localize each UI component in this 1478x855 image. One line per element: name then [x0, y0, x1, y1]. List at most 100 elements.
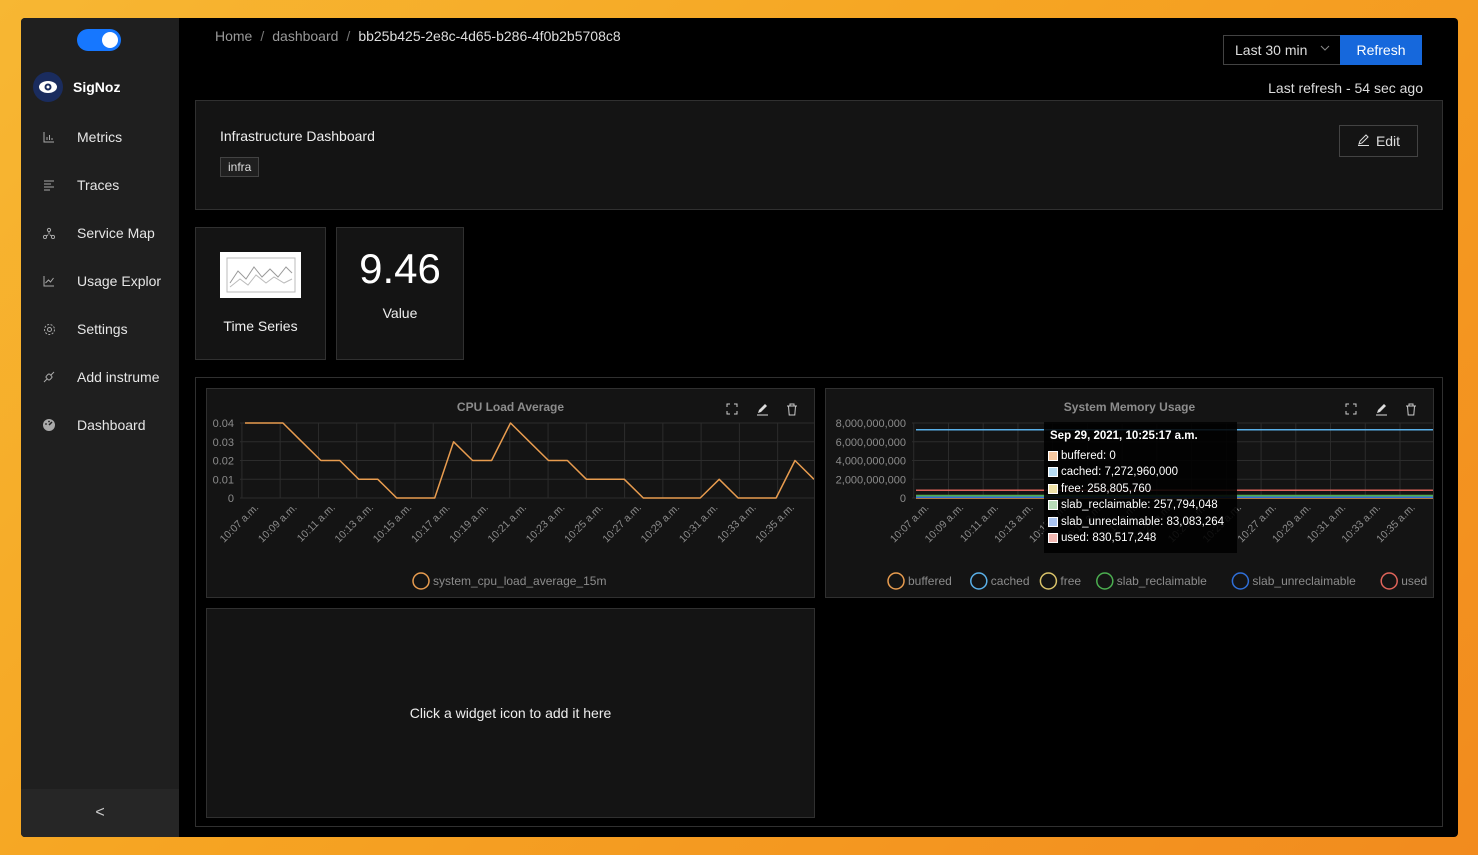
breadcrumb: Home / dashboard / bb25b425-2e8c-4d65-b286-4… [215, 28, 621, 44]
tooltip-swatch [1048, 483, 1058, 494]
sidebar-item-metrics[interactable]: Metrics [21, 113, 179, 161]
sidebar-item-label: Traces [77, 177, 120, 193]
x-tick-label: 10:09 a.m. [256, 502, 300, 546]
x-tick-label: 10:17 a.m. [409, 502, 453, 546]
tooltip-text: slab_reclaimable: 257,794,048 [1061, 499, 1218, 511]
chevron-left-icon: < [95, 804, 105, 821]
sidebar-item-label: Settings [77, 321, 128, 337]
legend-label: buffered [908, 574, 952, 588]
breadcrumb-dashboard[interactable]: dashboard [272, 28, 338, 44]
tooltip-row: slab_reclaimable: 257,794,048 [1048, 497, 1233, 514]
breadcrumb-separator: / [260, 28, 265, 44]
x-tick-label: 10:15 a.m. [371, 502, 415, 546]
tooltip-text: cached: 7,272,960,000 [1061, 466, 1179, 478]
y-tick-label: 0.04 [213, 418, 234, 430]
x-tick-label: 10:23 a.m. [524, 502, 568, 546]
edit-button[interactable]: Edit [1339, 125, 1418, 157]
legend-marker [1096, 572, 1114, 590]
legend-label: used [1401, 574, 1427, 588]
widget-value[interactable]: 9.46 Value [336, 227, 464, 360]
tooltip-text: used: 830,517,248 [1061, 532, 1157, 544]
value-number: 9.46 [359, 245, 441, 292]
sidebar-item-label: Metrics [77, 129, 123, 145]
add-widget-placeholder[interactable]: Click a widget icon to add it here [206, 608, 815, 818]
x-tick-label: 10:31 a.m. [677, 502, 721, 546]
theme-toggle[interactable] [77, 29, 121, 51]
y-tick-label: 0 [228, 493, 234, 505]
sidebar-item-service-map[interactable]: Service Map [21, 209, 179, 257]
tooltip-text: free: 258,805,760 [1061, 482, 1152, 495]
sidebar-item-usage-explorer[interactable]: Usage Explor [21, 257, 179, 305]
time-range-value: Last 30 min [1235, 42, 1308, 58]
chevron-down-icon [1320, 43, 1330, 56]
sidebar-item-add-instrumentation[interactable]: Add instrume [21, 353, 179, 401]
sidebar-item-settings[interactable]: Settings [21, 305, 179, 353]
eye-logo-icon [33, 72, 63, 102]
y-tick-label: 2,000,000,000 [836, 474, 906, 486]
dashboard-icon [41, 417, 57, 433]
placeholder-text: Click a widget icon to add it here [409, 705, 612, 721]
x-tick-label: 10:21 a.m. [486, 502, 530, 546]
tooltip-title: Sep 29, 2021, 10:25:17 a.m. [1050, 430, 1198, 442]
tooltip-row: buffered: 0 [1048, 448, 1233, 465]
legend-label: system_cpu_load_average_15m [433, 574, 606, 588]
sidebar-item-label: Service Map [77, 225, 155, 241]
edit-label: Edit [1375, 133, 1401, 149]
sidebar-nav: Metrics Traces Service Map Usage Explor … [21, 113, 179, 449]
dashboard-tag: infra [220, 157, 260, 177]
x-tick-label: 10:07 a.m. [218, 502, 262, 546]
edit-icon [1357, 133, 1370, 149]
time-series-label: Time Series [223, 318, 298, 334]
x-tick-label: 10:35 a.m. [753, 502, 797, 546]
x-tick-label: 10:27 a.m. [600, 502, 644, 546]
legend-label: cached [991, 574, 1030, 588]
sidebar-item-dashboard[interactable]: Dashboard [21, 401, 179, 449]
y-tick-label: 0.03 [213, 437, 234, 449]
refresh-button[interactable]: Refresh [1340, 35, 1422, 65]
breadcrumb-current: bb25b425-2e8c-4d65-b286-4f0b2b5708c8 [358, 28, 621, 44]
last-refresh-text: Last refresh - 54 sec ago [1268, 80, 1423, 96]
chart-tooltip: Sep 29, 2021, 10:25:17 a.m. buffered: 0 … [1044, 422, 1237, 553]
breadcrumb-home[interactable]: Home [215, 28, 252, 44]
tooltip-text: buffered: 0 [1061, 449, 1116, 462]
legend-marker [970, 572, 988, 590]
bar-chart-icon [41, 129, 57, 145]
tooltip-text: slab_unreclaimable: 83,083,264 [1061, 515, 1225, 528]
tooltip-row: slab_unreclaimable: 83,083,264 [1048, 514, 1233, 531]
line-chart-icon [41, 273, 57, 289]
legend-marker [1039, 572, 1058, 590]
dashboard-title: Infrastructure Dashboard [220, 128, 375, 144]
y-tick-label: 4,000,000,000 [836, 456, 906, 468]
y-tick-label: 0.02 [213, 456, 234, 468]
dashboard-grid: CPU Load Average 0.04 0.03 0.02 0.01 0 10:07 … [195, 377, 1443, 827]
legend-marker [1231, 572, 1250, 590]
tooltip-swatch [1048, 450, 1058, 461]
legend-label: free [1060, 574, 1081, 588]
tooltip-swatch [1048, 500, 1058, 511]
time-range-select[interactable]: Last 30 min [1223, 35, 1341, 65]
y-tick-label: 0.01 [213, 474, 234, 486]
legend-marker [412, 572, 430, 590]
brand[interactable]: SigNoz [33, 72, 120, 102]
y-tick-label: 0 [900, 493, 906, 505]
x-tick-label: 10:29 a.m. [639, 502, 683, 546]
panel-memory-usage: System Memory Usage 8,000,000,000 6,000,0… [825, 388, 1434, 598]
gear-icon [41, 321, 57, 337]
tooltip-row: used: 830,517,248 [1048, 530, 1233, 547]
y-tick-label: 6,000,000,000 [836, 437, 906, 449]
tooltip-swatch [1048, 467, 1058, 478]
x-tick-label: 10:11 a.m. [295, 502, 338, 545]
sidebar: SigNoz Metrics Traces Service Map Usage … [21, 18, 179, 837]
value-label: Value [382, 305, 418, 321]
tooltip-row: free: 258,805,760 [1048, 481, 1233, 498]
sidebar-item-traces[interactable]: Traces [21, 161, 179, 209]
api-icon [41, 369, 57, 385]
widget-time-series[interactable]: Time Series [195, 227, 326, 360]
x-tick-label: 10:25 a.m. [562, 502, 606, 546]
sidebar-item-label: Add instrume [77, 369, 160, 385]
x-tick-label: 10:13 a.m. [332, 502, 376, 546]
panel-cpu-load: CPU Load Average 0.04 0.03 0.02 0.01 0 10:07 … [206, 388, 815, 598]
brand-name: SigNoz [73, 79, 121, 95]
legend-marker [887, 572, 905, 590]
sidebar-collapse-button[interactable]: < [21, 789, 179, 837]
